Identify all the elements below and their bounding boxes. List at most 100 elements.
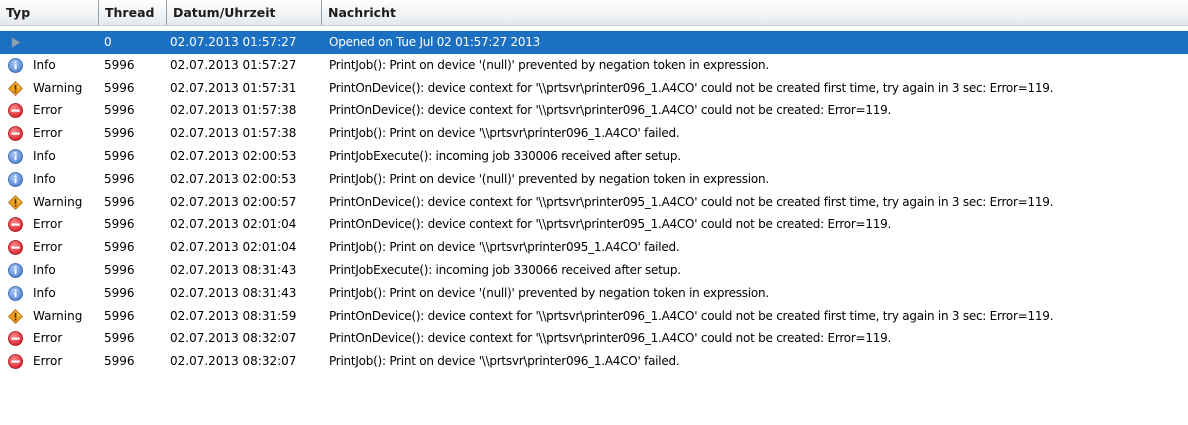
- info-icon: [8, 57, 23, 73]
- cell-message: PrintOnDevice(): device context for '\\p…: [329, 217, 892, 232]
- cell-type: Info: [8, 145, 100, 168]
- table-row[interactable]: Warning 5996 02.07.2013 01:57:31 PrintOnDev…: [0, 77, 1188, 100]
- cell-thread: 5996: [104, 354, 135, 369]
- play-icon: [8, 35, 23, 50]
- cell-datetime: 02.07.2013 02:01:04: [170, 240, 297, 255]
- info-icon: [8, 285, 23, 301]
- table-row[interactable]: Warning 5996 02.07.2013 08:31:59 PrintOnDev…: [0, 305, 1188, 328]
- table-row[interactable]: Info 5996 02.07.2013 01:57:27 PrintJob(): P…: [0, 54, 1188, 77]
- info-icon: [8, 263, 23, 278]
- cell-message: PrintOnDevice(): device context for '\\p…: [329, 331, 892, 346]
- table-row[interactable]: Info 5996 02.07.2013 02:00:53 PrintJobExecu…: [0, 145, 1188, 168]
- cell-message: PrintOnDevice(): device context for '\\p…: [329, 80, 1054, 95]
- cell-thread: 5996: [104, 80, 135, 95]
- cell-type: Warning: [8, 191, 100, 214]
- log-viewer: Typ Thread Datum/Uhrzeit Nachricht 0 02.0…: [0, 0, 1188, 425]
- cell-type: Warning: [8, 305, 100, 328]
- table-row[interactable]: Error 5996 02.07.2013 01:57:38 PrintJob(): …: [0, 122, 1188, 145]
- cell-datetime: 02.07.2013 08:32:07: [170, 331, 297, 346]
- cell-type: Error: [8, 213, 100, 236]
- cell-datetime: 02.07.2013 08:31:43: [170, 285, 297, 300]
- table-row[interactable]: Info 5996 02.07.2013 08:31:43 PrintJobExecu…: [0, 259, 1188, 282]
- cell-thread: 5996: [104, 240, 135, 255]
- error-icon: [8, 103, 23, 119]
- type-label: Error: [33, 126, 63, 141]
- cell-datetime: 02.07.2013 01:57:38: [170, 103, 297, 118]
- info-icon: [8, 149, 23, 164]
- cell-thread: 5996: [104, 194, 135, 209]
- cell-thread: 5996: [104, 262, 135, 277]
- cell-type: Info: [8, 54, 100, 77]
- cell-type: Error: [8, 350, 100, 373]
- cell-type: Info: [8, 168, 100, 191]
- table-row[interactable]: Error 5996 02.07.2013 08:32:07 PrintJob(): …: [0, 350, 1188, 373]
- column-header-datetime[interactable]: Datum/Uhrzeit: [166, 0, 321, 25]
- cell-type: Info: [8, 259, 100, 282]
- cell-message: Opened on Tue Jul 02 01:57:27 2013: [329, 35, 541, 49]
- type-label: Warning: [33, 80, 83, 95]
- cell-thread: 0: [104, 35, 112, 49]
- cell-message: PrintJobExecute(): incoming job 330066 r…: [329, 262, 681, 277]
- table-row[interactable]: Error 5996 02.07.2013 01:57:38 PrintOnDevic…: [0, 99, 1188, 122]
- cell-type: Error: [8, 122, 100, 145]
- warning-icon: [8, 308, 23, 324]
- cell-message: PrintJob(): Print on device '(null)' pre…: [329, 57, 769, 72]
- cell-datetime: 02.07.2013 01:57:27: [170, 57, 297, 72]
- table-row[interactable]: Error 5996 02.07.2013 02:01:04 PrintOnDevic…: [0, 213, 1188, 236]
- type-label: Warning: [33, 308, 83, 323]
- cell-message: PrintOnDevice(): device context for '\\p…: [329, 194, 1054, 209]
- cell-type: Error: [8, 236, 100, 259]
- cell-type: Error: [8, 327, 100, 350]
- cell-type: Warning: [8, 77, 100, 100]
- cell-thread: 5996: [104, 285, 135, 300]
- cell-type: Error: [8, 99, 100, 122]
- cell-message: PrintJob(): Print on device '(null)' pre…: [329, 285, 769, 300]
- cell-thread: 5996: [104, 217, 135, 232]
- cell-datetime: 02.07.2013 01:57:27: [170, 35, 297, 49]
- cell-datetime: 02.07.2013 08:32:07: [170, 354, 297, 369]
- cell-datetime: 02.07.2013 08:31:43: [170, 262, 297, 277]
- cell-thread: 5996: [104, 103, 135, 118]
- cell-datetime: 02.07.2013 01:57:38: [170, 126, 297, 141]
- type-label: Info: [33, 171, 56, 186]
- cell-thread: 5996: [104, 126, 135, 141]
- type-label: Info: [33, 262, 56, 277]
- column-header-message[interactable]: Nachricht: [321, 0, 1188, 25]
- type-label: Error: [33, 240, 63, 255]
- error-icon: [8, 217, 23, 233]
- cell-message: PrintOnDevice(): device context for '\\p…: [329, 308, 1054, 323]
- cell-message: PrintJobExecute(): incoming job 330006 r…: [329, 148, 681, 163]
- error-icon: [8, 240, 23, 256]
- cell-thread: 5996: [104, 171, 135, 186]
- column-header-type[interactable]: Typ: [0, 0, 98, 25]
- type-label: Error: [33, 217, 63, 232]
- table-row[interactable]: Error 5996 02.07.2013 02:01:04 PrintJob(): …: [0, 236, 1188, 259]
- error-icon: [8, 126, 23, 142]
- table-row[interactable]: Error 5996 02.07.2013 08:32:07 PrintOnDevic…: [0, 327, 1188, 350]
- error-icon: [8, 331, 23, 347]
- warning-icon: [8, 194, 23, 210]
- type-label: Info: [33, 57, 56, 72]
- cell-thread: 5996: [104, 308, 135, 323]
- cell-datetime: 02.07.2013 02:00:57: [170, 194, 297, 209]
- cell-thread: 5996: [104, 148, 135, 163]
- cell-datetime: 02.07.2013 02:00:53: [170, 148, 297, 163]
- cell-datetime: 02.07.2013 01:57:31: [170, 80, 297, 95]
- cell-message: PrintOnDevice(): device context for '\\p…: [329, 103, 892, 118]
- table-row[interactable]: Warning 5996 02.07.2013 02:00:57 PrintOnDev…: [0, 191, 1188, 214]
- type-label: Info: [33, 285, 56, 300]
- cell-datetime: 02.07.2013 08:31:59: [170, 308, 297, 323]
- cell-message: PrintJob(): Print on device '\\prtsvr\pr…: [329, 240, 680, 255]
- column-header-bar: Typ Thread Datum/Uhrzeit Nachricht: [0, 0, 1188, 26]
- type-label: Warning: [33, 194, 83, 209]
- error-icon: [8, 354, 23, 370]
- table-row[interactable]: Info 5996 02.07.2013 02:00:53 PrintJob(): P…: [0, 168, 1188, 191]
- type-label: Error: [33, 103, 63, 118]
- warning-icon: [8, 80, 23, 96]
- column-header-thread[interactable]: Thread: [98, 0, 166, 25]
- cell-type: [8, 31, 100, 54]
- cell-thread: 5996: [104, 331, 135, 346]
- type-label: Error: [33, 354, 63, 369]
- table-row[interactable]: Info 5996 02.07.2013 08:31:43 PrintJob(): P…: [0, 282, 1188, 305]
- table-row[interactable]: 0 02.07.2013 01:57:27 Opened on Tue Jul 02…: [0, 31, 1188, 54]
